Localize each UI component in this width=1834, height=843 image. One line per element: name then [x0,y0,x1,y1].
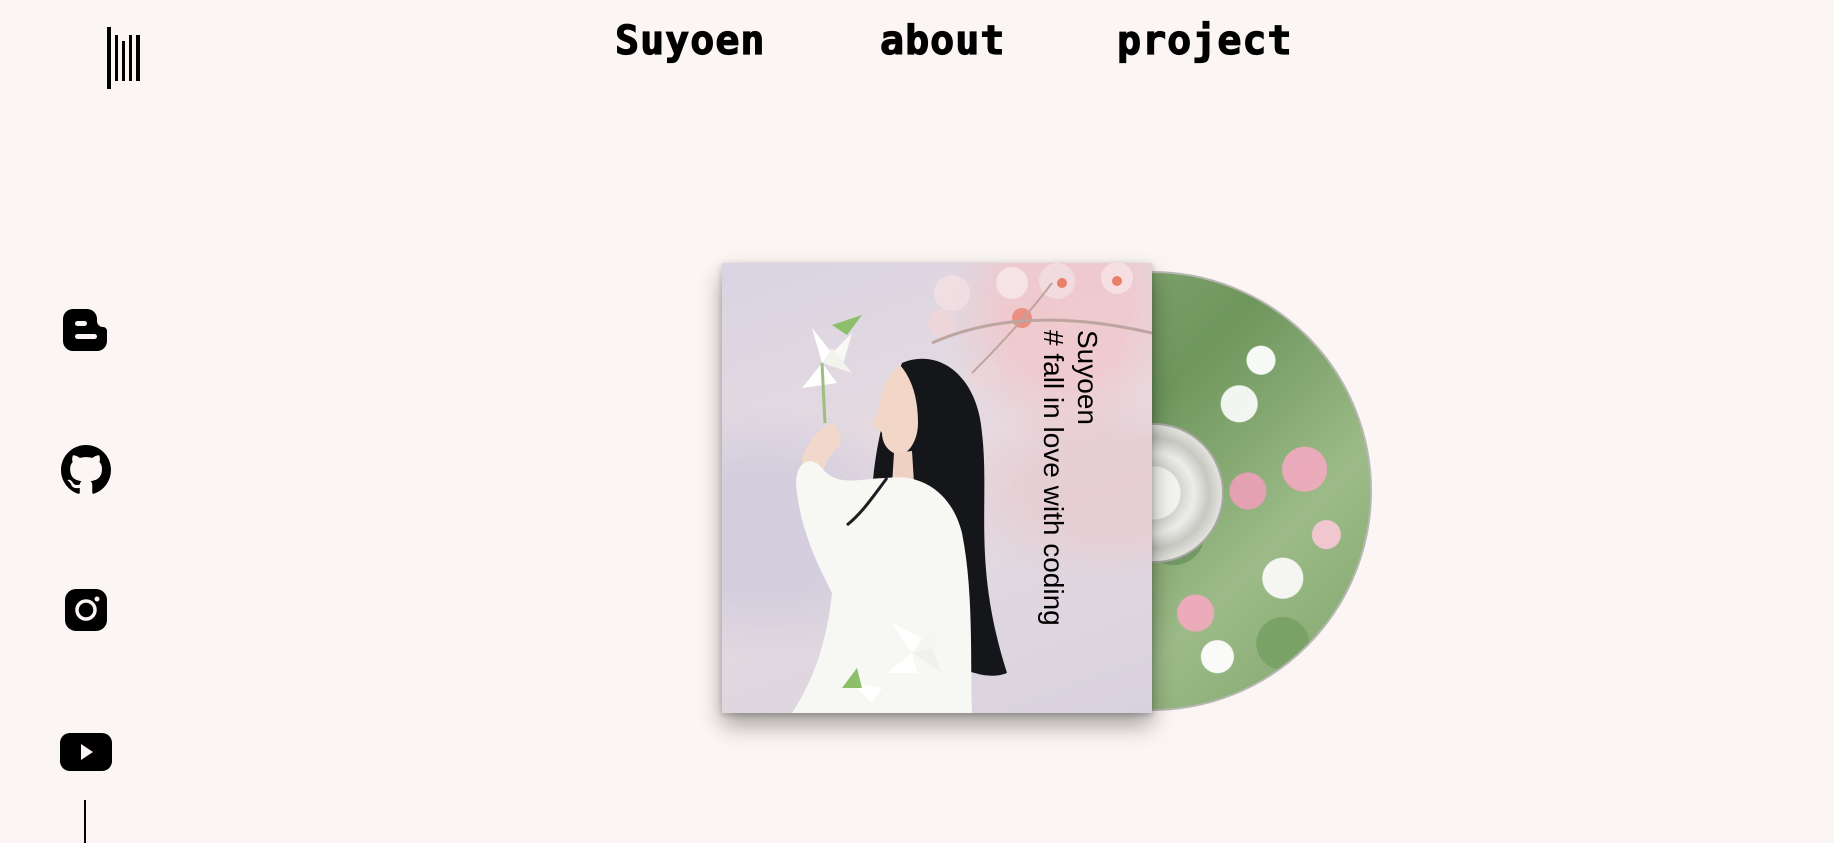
nav-link-project[interactable]: project [1116,17,1293,64]
side-divider-line [84,800,86,843]
cd-disc [1152,271,1372,711]
github-icon [61,445,111,494]
nav-link-suyoen[interactable]: Suyoen [614,17,766,64]
youtube-icon [60,733,112,771]
album-title: Suyoen [1072,330,1103,425]
github-link[interactable] [58,442,114,498]
cd-center-hole [1152,423,1224,563]
instagram-link[interactable] [58,582,114,638]
instagram-icon [65,589,107,631]
album-cover-text: Suyoen # fall in love with coding [1024,330,1104,730]
nav-link-about[interactable]: about [879,17,1005,64]
youtube-link[interactable] [58,724,114,780]
main-nav: Suyoen about project [0,17,1834,68]
blogger-link[interactable] [58,302,114,358]
blogger-icon [63,309,107,351]
cd-disc-art [1152,271,1372,711]
page: Suyoen about project Suyoen # fall in lo… [0,0,1834,843]
album-subtitle: # fall in love with coding [1038,330,1069,626]
